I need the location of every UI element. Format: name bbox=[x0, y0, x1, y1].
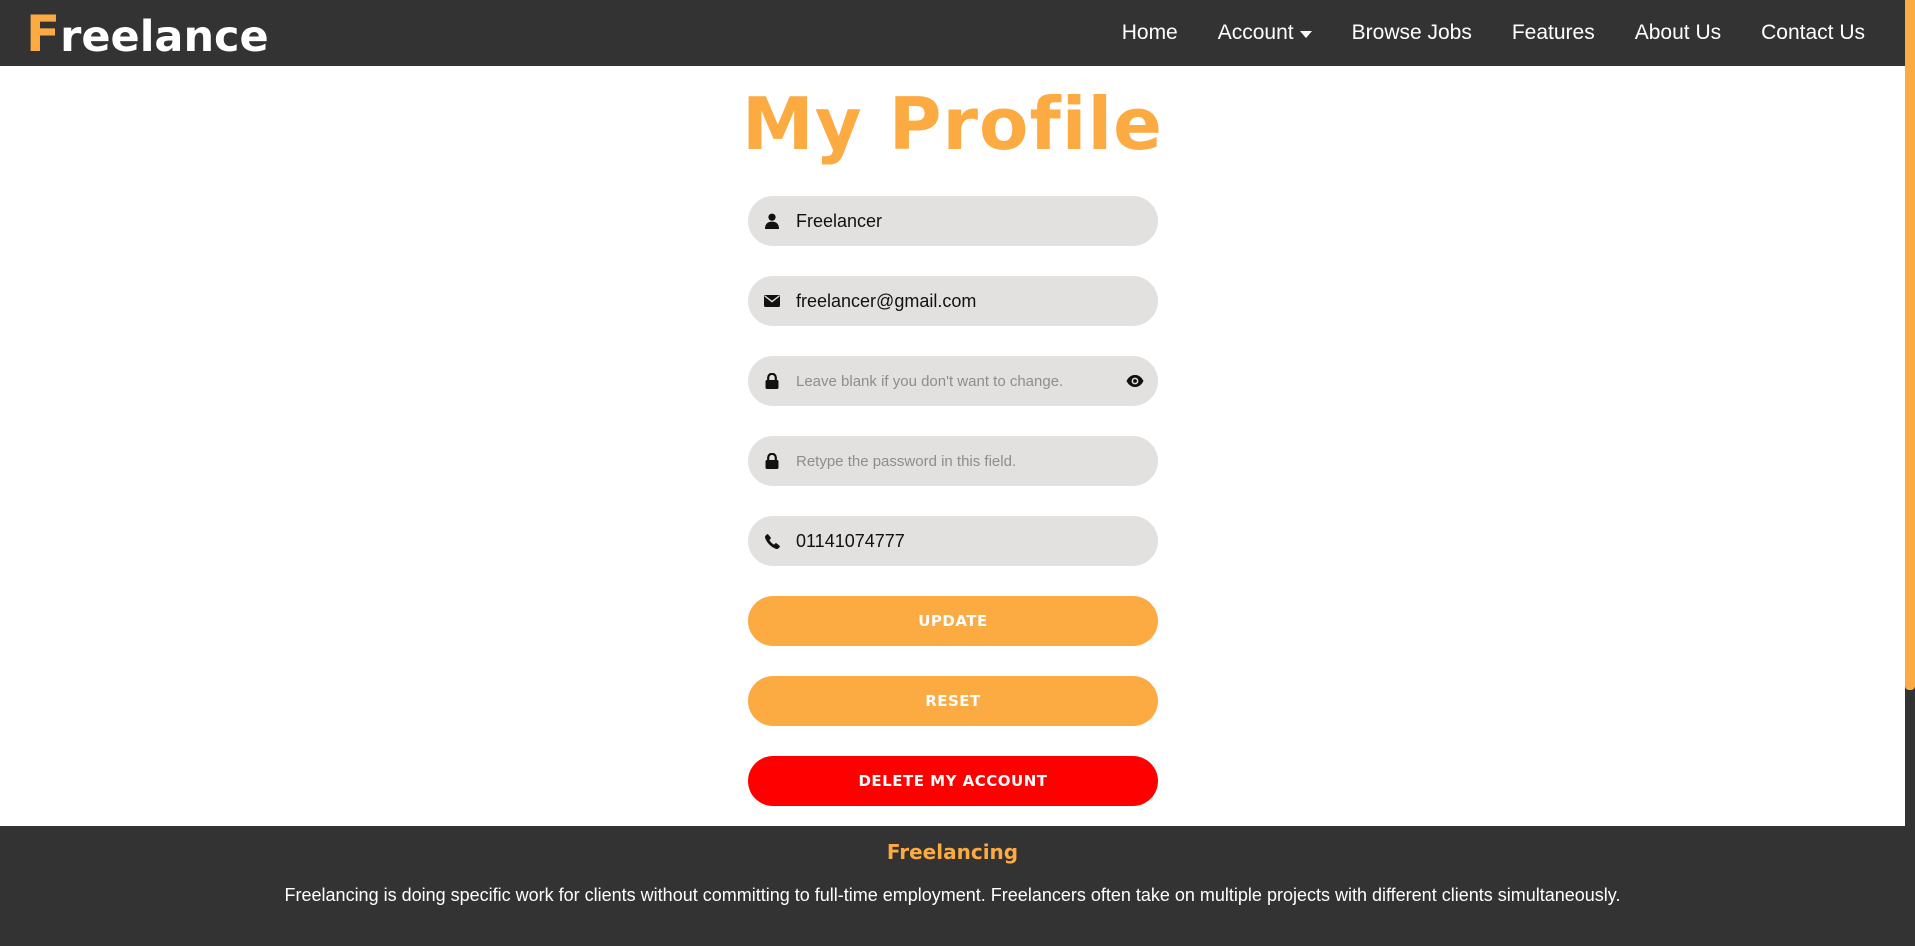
confirm-password-input[interactable] bbox=[796, 436, 1126, 486]
footer-text: Freelancing is doing specific work for c… bbox=[284, 885, 1621, 905]
phone-icon bbox=[762, 531, 782, 551]
scrollbar-thumb[interactable] bbox=[1905, 0, 1915, 690]
nav-account-label: Account bbox=[1217, 21, 1294, 44]
email-field bbox=[748, 276, 1158, 326]
lock-icon bbox=[762, 371, 782, 391]
brand-logo-rest: reelance bbox=[60, 12, 269, 62]
update-button[interactable]: UPDATE bbox=[748, 596, 1158, 646]
nav-account-dropdown[interactable]: Account bbox=[1218, 21, 1312, 45]
email-input[interactable] bbox=[796, 276, 1126, 326]
eye-icon[interactable] bbox=[1124, 371, 1146, 391]
nav-browse-jobs[interactable]: Browse Jobs bbox=[1352, 21, 1472, 45]
brand-logo-first-letter: F bbox=[26, 5, 61, 63]
footer: Freelancing Freelancing is doing specifi… bbox=[0, 826, 1905, 946]
user-icon bbox=[762, 211, 782, 231]
profile-form: UPDATE RESET DELETE MY ACCOUNT bbox=[748, 196, 1158, 836]
username-field bbox=[748, 196, 1158, 246]
brand-logo[interactable]: Freelance bbox=[26, 6, 269, 65]
footer-title: Freelancing bbox=[886, 840, 1019, 864]
page-scrollbar[interactable] bbox=[1905, 0, 1915, 946]
nav-contact-us[interactable]: Contact Us bbox=[1761, 21, 1865, 45]
reset-button[interactable]: RESET bbox=[748, 676, 1158, 726]
navbar: Freelance Home Account Browse Jobs Featu… bbox=[0, 0, 1905, 66]
nav-home[interactable]: Home bbox=[1122, 21, 1178, 45]
password-input[interactable] bbox=[796, 356, 1126, 406]
nav-links: Home Account Browse Jobs Features About … bbox=[1122, 0, 1865, 66]
phone-input[interactable] bbox=[796, 516, 1126, 566]
delete-account-button[interactable]: DELETE MY ACCOUNT bbox=[748, 756, 1158, 806]
nav-features[interactable]: Features bbox=[1512, 21, 1595, 45]
page-title: My Profile bbox=[742, 82, 1163, 166]
confirm-password-field bbox=[748, 436, 1158, 486]
username-input[interactable] bbox=[796, 196, 1126, 246]
lock-icon bbox=[762, 451, 782, 471]
caret-down-icon bbox=[1299, 30, 1312, 38]
password-field bbox=[748, 356, 1158, 406]
phone-field bbox=[748, 516, 1158, 566]
envelope-icon bbox=[762, 291, 782, 311]
nav-about-us[interactable]: About Us bbox=[1635, 21, 1721, 45]
